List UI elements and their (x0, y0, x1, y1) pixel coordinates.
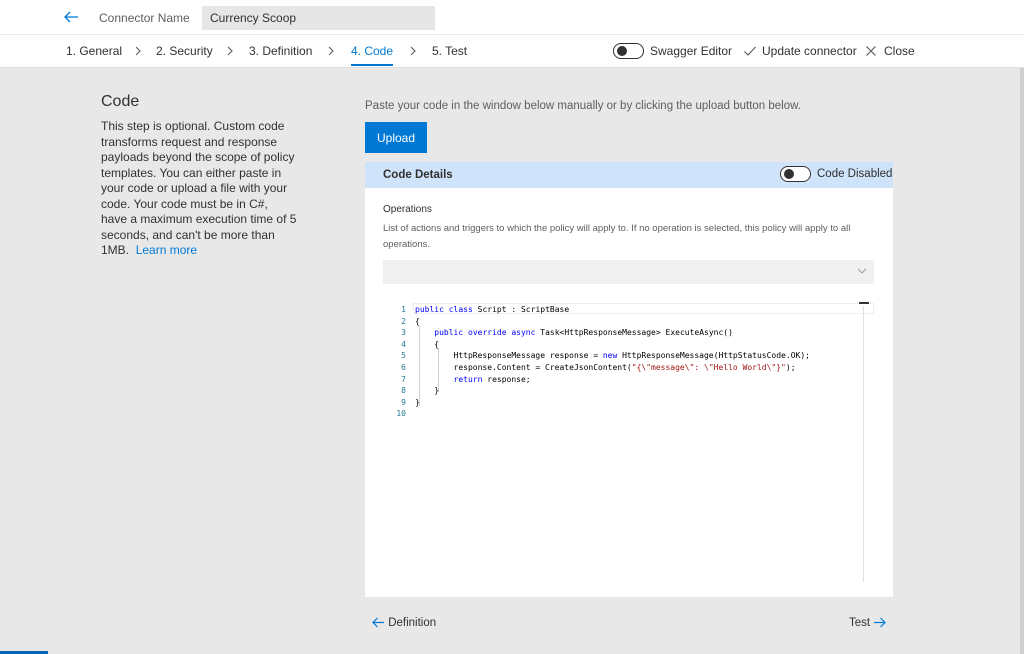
checkmark-icon (744, 46, 756, 56)
previous-step-label: Definition (388, 617, 437, 629)
toggle-knob (784, 169, 794, 179)
step-security[interactable]: 2. Security (156, 44, 213, 58)
arrow-left-icon (372, 617, 384, 628)
step-test[interactable]: 5. Test (432, 44, 467, 58)
chevron-right-icon (410, 46, 416, 56)
update-connector-button[interactable]: Update connector (762, 44, 857, 58)
chevron-down-icon (857, 268, 867, 274)
description-text: This step is optional. Custom code trans… (101, 119, 297, 257)
code-enabled-toggle[interactable] (780, 166, 811, 182)
operations-dropdown[interactable] (383, 260, 874, 284)
line-number: 8 (401, 386, 406, 396)
chevron-right-icon (227, 46, 233, 56)
step-code[interactable]: 4. Code (351, 44, 393, 58)
connector-name-label: Connector Name (99, 11, 190, 25)
next-step-button[interactable]: Test (849, 616, 887, 629)
line-number: 3 (401, 328, 406, 338)
upload-button[interactable]: Upload (365, 122, 427, 153)
step-definition[interactable]: 3. Definition (249, 44, 312, 58)
close-button[interactable]: Close (884, 44, 915, 58)
connector-name-input[interactable]: Currency Scoop (202, 6, 435, 30)
chevron-right-icon (328, 46, 334, 56)
editor-scrollbar[interactable] (863, 306, 864, 582)
card-header: Code Details Code Disabled (365, 162, 893, 188)
code-line: public override async Task<HttpResponseM… (434, 328, 733, 338)
line-number: 7 (401, 374, 406, 384)
toggle-knob (617, 46, 627, 56)
line-number: 5 (401, 351, 406, 361)
line-number: 2 (401, 316, 406, 326)
page-scrollbar[interactable] (1020, 68, 1024, 654)
chevron-right-icon (135, 46, 141, 56)
code-line: return response; (453, 374, 531, 384)
back-arrow-icon[interactable] (62, 8, 80, 26)
code-toggle-label: Code Disabled (817, 168, 893, 180)
previous-step-button[interactable]: Definition (371, 616, 436, 629)
code-line: public class Script : ScriptBase (415, 305, 570, 314)
swagger-editor-label: Swagger Editor (650, 44, 733, 58)
operations-label: Operations (383, 204, 432, 215)
line-number: 6 (401, 363, 406, 372)
close-icon (866, 46, 876, 56)
line-number: 1 (401, 305, 406, 314)
line-number: 4 (401, 339, 406, 349)
line-number: 10 (396, 409, 406, 419)
code-line: } (415, 386, 440, 396)
code-line: response.Content = CreateJsonContent("{\… (415, 363, 796, 372)
step-navigation: 1. General 2. Security 3. Definition 4. … (0, 34, 1024, 68)
learn-more-link[interactable]: Learn more (136, 243, 197, 257)
line-number: 9 (401, 397, 406, 407)
section-title: Code (101, 93, 140, 110)
operations-help-text: List of actions and triggers to which th… (383, 223, 851, 250)
top-bar: Connector Name Currency Scoop (0, 0, 1024, 34)
code-line: } (415, 397, 420, 407)
section-description: This step is optional. Custom code trans… (101, 119, 297, 259)
code-details-card: Code Details Code Disabled Operations Li… (365, 162, 893, 597)
next-step-label: Test (849, 617, 871, 629)
editor-scroll-thumb[interactable] (859, 302, 869, 304)
swagger-editor-toggle[interactable] (613, 43, 644, 59)
arrow-right-icon (874, 617, 887, 628)
card-title: Code Details (383, 169, 453, 181)
step-general[interactable]: 1. General (66, 44, 122, 58)
active-step-indicator (351, 64, 393, 66)
code-line: { (415, 316, 420, 326)
code-editor[interactable]: 1 2 3 4 5 6 7 8 9 10 public class Script… (393, 302, 875, 582)
code-line: HttpResponseMessage response = new HttpR… (415, 351, 810, 361)
instructions-text: Paste your code in the window below manu… (365, 100, 801, 112)
code-line: { (415, 339, 440, 349)
